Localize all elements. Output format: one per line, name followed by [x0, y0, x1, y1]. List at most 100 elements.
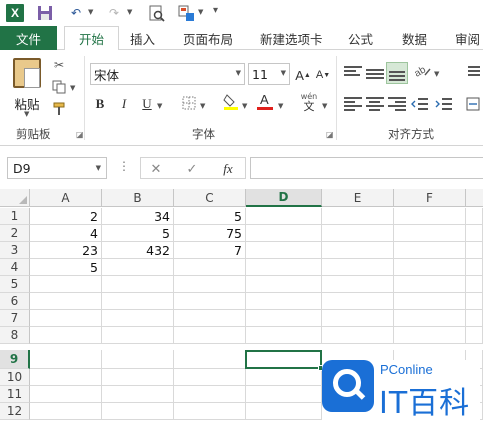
cell-e5[interactable]: [322, 276, 394, 293]
cut-icon[interactable]: ✂: [50, 56, 68, 74]
customize-dropdown-icon[interactable]: ▼: [198, 8, 203, 16]
cell-d10[interactable]: [246, 369, 322, 386]
cancel-entry-button[interactable]: ✕: [147, 160, 165, 178]
cell-c1[interactable]: 5: [174, 208, 246, 225]
cell-b9[interactable]: [102, 350, 174, 369]
align-center-icon[interactable]: [366, 97, 384, 113]
cell-e2[interactable]: [322, 225, 394, 242]
cell-e1[interactable]: [322, 208, 394, 225]
cell-c4[interactable]: [174, 259, 246, 276]
align-left-icon[interactable]: [344, 97, 362, 113]
tab-insert[interactable]: 插入: [130, 26, 155, 50]
selected-cell-d9[interactable]: [245, 350, 324, 371]
cell-a4[interactable]: 5: [30, 259, 102, 276]
cell-f6[interactable]: [394, 293, 466, 310]
align-right-icon[interactable]: [388, 97, 406, 113]
cell-f4[interactable]: [394, 259, 466, 276]
row-header-9[interactable]: 9: [0, 350, 30, 369]
cell-e8[interactable]: [322, 327, 394, 344]
cell-c11[interactable]: [174, 386, 246, 403]
cell-e7[interactable]: [322, 310, 394, 327]
font-size-dropdown-icon[interactable]: ▼: [281, 69, 286, 77]
orientation-icon[interactable]: ab: [412, 62, 432, 80]
cell-b2[interactable]: 5: [102, 225, 174, 242]
decrease-font-button[interactable]: A ▼: [314, 65, 332, 85]
paste-button[interactable]: 粘贴 ▼: [10, 56, 44, 118]
cell-f7[interactable]: [394, 310, 466, 327]
row-header-7[interactable]: 7: [0, 310, 30, 327]
formula-bar-grip-icon[interactable]: ⋮: [118, 159, 130, 173]
align-top-icon[interactable]: [344, 66, 362, 82]
copy-dropdown-icon[interactable]: ▼: [70, 84, 75, 92]
font-name-dropdown-icon[interactable]: ▼: [236, 69, 241, 77]
align-bottom-icon[interactable]: [386, 62, 408, 84]
cell-f3[interactable]: [394, 242, 466, 259]
row-header-5[interactable]: 5: [0, 276, 30, 293]
insert-function-button[interactable]: fx: [219, 160, 237, 178]
column-header-g-partial[interactable]: [466, 189, 483, 207]
cell-b5[interactable]: [102, 276, 174, 293]
cell-g5[interactable]: [466, 276, 483, 293]
cell-f1[interactable]: [394, 208, 466, 225]
cell-b12[interactable]: [102, 403, 174, 420]
row-header-10[interactable]: 10: [0, 369, 30, 386]
undo-icon[interactable]: ↶: [68, 4, 84, 22]
customize-icon[interactable]: [178, 4, 196, 22]
fill-color-icon[interactable]: [222, 93, 240, 111]
name-box-dropdown-icon[interactable]: ▼: [96, 164, 101, 172]
font-color-dropdown-icon[interactable]: ▼: [278, 102, 283, 110]
column-header-e[interactable]: E: [322, 189, 394, 207]
cell-c8[interactable]: [174, 327, 246, 344]
cell-b8[interactable]: [102, 327, 174, 344]
underline-dropdown-icon[interactable]: ▼: [157, 102, 162, 110]
cell-d2[interactable]: [246, 225, 322, 242]
border-icon[interactable]: [180, 94, 198, 112]
cell-g7[interactable]: [466, 310, 483, 327]
tab-formulas[interactable]: 公式: [348, 26, 373, 50]
cell-d1[interactable]: [246, 208, 322, 225]
tab-data[interactable]: 数据: [402, 26, 427, 50]
phonetic-guide-icon[interactable]: wén 文: [298, 92, 320, 114]
cell-g2[interactable]: [466, 225, 483, 242]
row-header-1[interactable]: 1: [0, 208, 30, 225]
redo-icon[interactable]: ↷: [106, 4, 122, 22]
cell-e4[interactable]: [322, 259, 394, 276]
border-dropdown-icon[interactable]: ▼: [200, 102, 205, 110]
font-launcher-icon[interactable]: ◪: [326, 130, 334, 139]
cell-f5[interactable]: [394, 276, 466, 293]
fill-color-dropdown-icon[interactable]: ▼: [242, 102, 247, 110]
row-header-11[interactable]: 11: [0, 386, 30, 403]
cell-e6[interactable]: [322, 293, 394, 310]
cell-g6[interactable]: [466, 293, 483, 310]
cell-e3[interactable]: [322, 242, 394, 259]
cell-g4[interactable]: [466, 259, 483, 276]
print-preview-icon[interactable]: [148, 4, 166, 22]
cell-c7[interactable]: [174, 310, 246, 327]
cell-g3[interactable]: [466, 242, 483, 259]
row-header-8[interactable]: 8: [0, 327, 30, 344]
formula-input[interactable]: [250, 157, 483, 179]
cell-a9[interactable]: [30, 350, 102, 369]
italic-button[interactable]: I: [116, 94, 132, 114]
cell-b10[interactable]: [102, 369, 174, 386]
cell-a6[interactable]: [30, 293, 102, 310]
underline-button[interactable]: U: [139, 94, 155, 114]
orientation-dropdown-icon[interactable]: ▼: [434, 70, 439, 78]
column-header-d[interactable]: D: [246, 189, 322, 207]
cell-a8[interactable]: [30, 327, 102, 344]
cell-c3[interactable]: 7: [174, 242, 246, 259]
cell-c12[interactable]: [174, 403, 246, 420]
tab-page-layout[interactable]: 页面布局: [183, 26, 233, 50]
row-header-3[interactable]: 3: [0, 242, 30, 259]
cell-d8[interactable]: [246, 327, 322, 344]
merge-center-icon[interactable]: [465, 95, 481, 113]
cell-d12[interactable]: [246, 403, 322, 420]
column-header-b[interactable]: B: [102, 189, 174, 207]
cell-a1[interactable]: 2: [30, 208, 102, 225]
wrap-text-icon[interactable]: [468, 66, 480, 82]
cell-g8[interactable]: [466, 327, 483, 344]
row-header-6[interactable]: 6: [0, 293, 30, 310]
column-header-a[interactable]: A: [30, 189, 102, 207]
cell-d4[interactable]: [246, 259, 322, 276]
cell-a5[interactable]: [30, 276, 102, 293]
